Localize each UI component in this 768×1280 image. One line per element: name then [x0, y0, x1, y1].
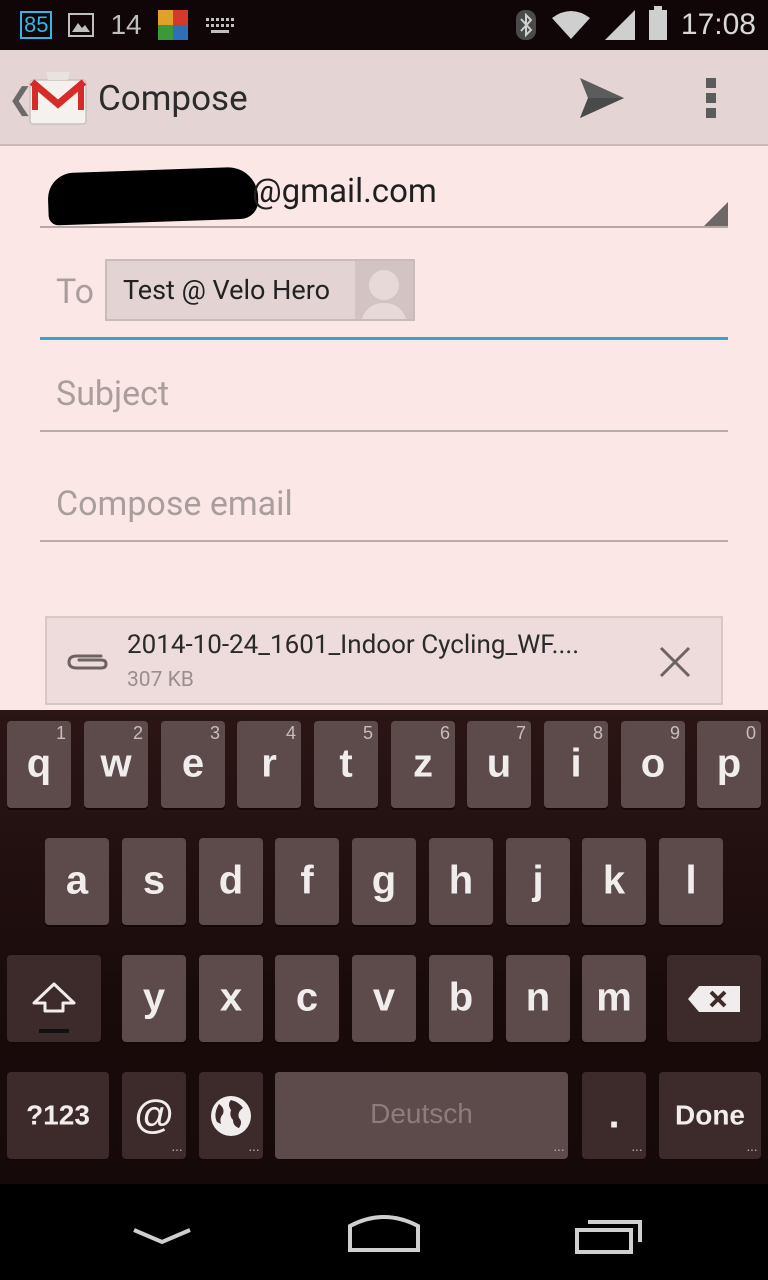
backspace-icon: [688, 986, 740, 1012]
shift-indicator: [39, 1029, 69, 1033]
recipient-chip-label: Test @ Velo Hero: [123, 274, 330, 306]
from-domain: @gmail.com: [252, 172, 437, 211]
key-a[interactable]: a: [45, 838, 109, 925]
clock: 17:08: [680, 8, 756, 41]
home-icon[interactable]: [346, 1212, 422, 1254]
key-o[interactable]: 9o: [621, 721, 685, 808]
key-q[interactable]: 1q: [7, 721, 71, 808]
overflow-menu-button[interactable]: [700, 74, 724, 122]
key-h[interactable]: h: [429, 838, 493, 925]
period-key[interactable]: . ···: [582, 1072, 646, 1159]
keyboard-icon: [205, 18, 234, 33]
key-s[interactable]: s: [122, 838, 186, 925]
signal-icon: [604, 10, 635, 40]
gallery-icon: [68, 13, 95, 37]
key-j[interactable]: j: [506, 838, 570, 925]
to-field[interactable]: To Test @ Velo Hero: [40, 252, 728, 340]
key-l[interactable]: l: [659, 838, 723, 925]
back-down-icon[interactable]: [130, 1224, 194, 1248]
key-t[interactable]: 5t: [314, 721, 378, 808]
key-c[interactable]: c: [275, 955, 339, 1042]
key-g[interactable]: g: [352, 838, 416, 925]
notification-number: 14: [110, 9, 142, 40]
key-x[interactable]: x: [199, 955, 263, 1042]
status-notifications: 85 14: [20, 8, 236, 42]
done-key[interactable]: Done ···: [659, 1072, 761, 1159]
language-key[interactable]: ···: [199, 1072, 263, 1159]
key-k[interactable]: k: [582, 838, 646, 925]
attachment-card[interactable]: 2014-10-24_1601_Indoor Cycling_WF.... 30…: [45, 616, 723, 705]
key-i[interactable]: 8i: [544, 721, 608, 808]
recipient-chip[interactable]: Test @ Velo Hero: [105, 259, 415, 321]
paperclip-icon: [67, 654, 108, 670]
action-bar: ❮ Compose: [0, 50, 768, 146]
attachment-size: 307 KB: [127, 668, 194, 692]
key-e[interactable]: 3e: [161, 721, 225, 808]
shift-arrow-icon: [32, 982, 76, 1013]
subject-field[interactable]: Subject: [40, 372, 728, 432]
redacted-username: [47, 166, 259, 226]
notification-count-badge: 85: [20, 11, 53, 39]
from-account-selector[interactable]: @gmail.com: [40, 162, 728, 228]
navigation-bar: [0, 1184, 768, 1280]
globe-icon: [211, 1096, 251, 1136]
key-m[interactable]: m: [582, 955, 646, 1042]
remove-attachment-icon[interactable]: [657, 644, 693, 680]
key-z[interactable]: 6z: [391, 721, 455, 808]
body-field[interactable]: Compose email: [40, 482, 728, 542]
avg-app-icon: [157, 10, 188, 40]
key-p[interactable]: 0p: [697, 721, 761, 808]
wifi-icon: [551, 11, 590, 39]
at-key[interactable]: @ ···: [122, 1072, 186, 1159]
send-button[interactable]: [576, 76, 626, 120]
key-d[interactable]: d: [199, 838, 263, 925]
soft-keyboard: 1q 2w 3e 4r 5t 6z 7u 8i 9o 0p a s d f g …: [0, 710, 768, 1184]
subject-placeholder: Subject: [56, 374, 170, 414]
gmail-logo-icon[interactable]: [28, 70, 88, 126]
body-placeholder: Compose email: [56, 484, 293, 524]
bluetooth-icon: [515, 10, 536, 40]
compose-form: @gmail.com To Test @ Velo Hero Subject C…: [0, 146, 768, 710]
recent-apps-icon[interactable]: [574, 1214, 646, 1256]
page-title: Compose: [98, 78, 248, 119]
shift-key[interactable]: [7, 955, 101, 1042]
attachment-name: 2014-10-24_1601_Indoor Cycling_WF....: [127, 630, 580, 660]
key-b[interactable]: b: [429, 955, 493, 1042]
dropdown-corner-icon: [704, 202, 728, 226]
key-u[interactable]: 7u: [467, 721, 531, 808]
battery-icon: [648, 6, 667, 40]
symbols-key[interactable]: ?123: [7, 1072, 109, 1159]
key-r[interactable]: 4r: [237, 721, 301, 808]
key-w[interactable]: 2w: [84, 721, 148, 808]
key-n[interactable]: n: [506, 955, 570, 1042]
key-f[interactable]: f: [275, 838, 339, 925]
status-system: 17:08: [515, 6, 756, 44]
to-label: To: [56, 272, 95, 312]
contact-avatar-icon: [355, 261, 413, 319]
status-bar: 85 14 17:08: [0, 0, 768, 50]
backspace-key[interactable]: [667, 955, 761, 1042]
key-y[interactable]: y: [122, 955, 186, 1042]
space-key[interactable]: Deutsch ···: [275, 1072, 568, 1159]
key-v[interactable]: v: [352, 955, 416, 1042]
